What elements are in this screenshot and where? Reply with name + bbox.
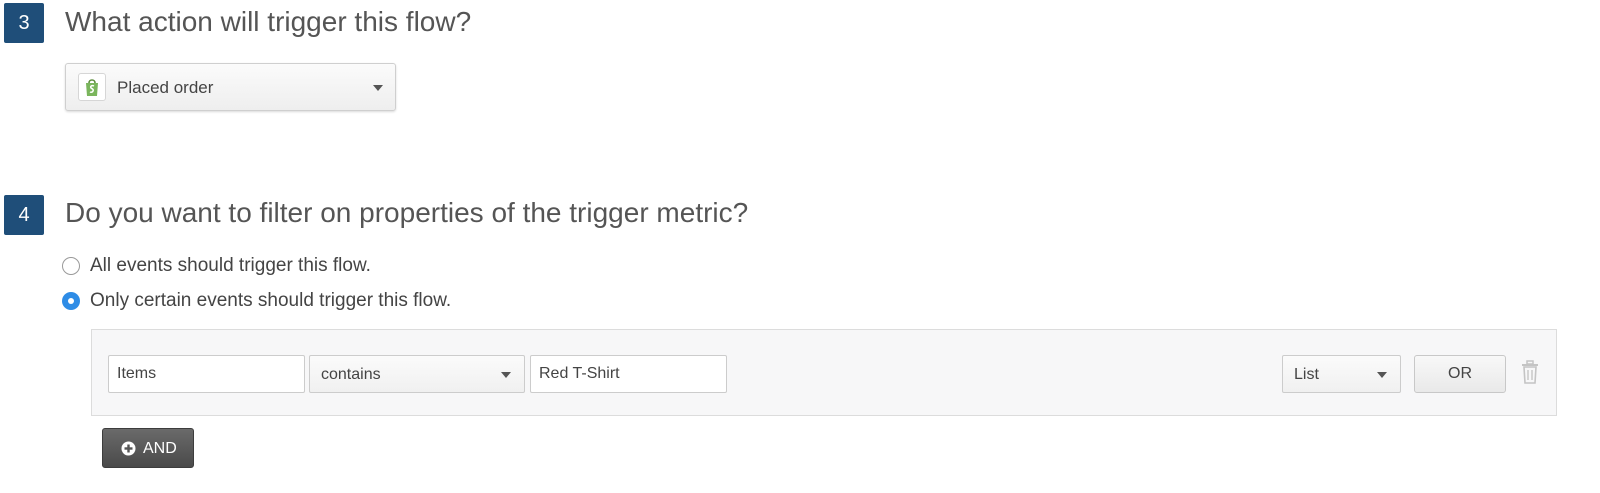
radio-label: All events should trigger this flow.	[90, 255, 371, 276]
filter-panel: contains List OR	[91, 329, 1557, 416]
shopify-bag-icon	[78, 73, 106, 101]
operator-select-value: contains	[321, 366, 381, 383]
step-number-badge: 3	[4, 3, 44, 43]
plus-circle-icon	[121, 441, 136, 461]
radio-label: Only certain events should trigger this …	[90, 290, 452, 311]
trigger-select-value: Placed order	[117, 78, 214, 97]
or-button[interactable]: OR	[1414, 355, 1506, 393]
step-number-badge: 4	[4, 195, 44, 235]
radio-button-unchecked[interactable]	[62, 257, 80, 275]
chevron-down-icon	[501, 372, 511, 378]
property-field[interactable]	[108, 355, 305, 393]
value-field[interactable]	[530, 355, 727, 393]
radio-button-checked[interactable]	[62, 292, 80, 310]
value-type-select-value: List	[1294, 366, 1319, 383]
trash-icon[interactable]	[1520, 360, 1540, 389]
trigger-metric-select[interactable]: Placed order	[65, 63, 396, 111]
and-button-label: AND	[143, 440, 177, 457]
step-title: What action will trigger this flow?	[65, 6, 472, 37]
operator-select[interactable]: contains	[309, 355, 525, 393]
add-and-condition-button[interactable]: AND	[102, 428, 194, 468]
chevron-down-icon	[1377, 372, 1387, 378]
chevron-down-icon	[373, 85, 383, 91]
step-title: Do you want to filter on properties of t…	[65, 197, 749, 228]
value-type-select[interactable]: List	[1282, 355, 1401, 393]
